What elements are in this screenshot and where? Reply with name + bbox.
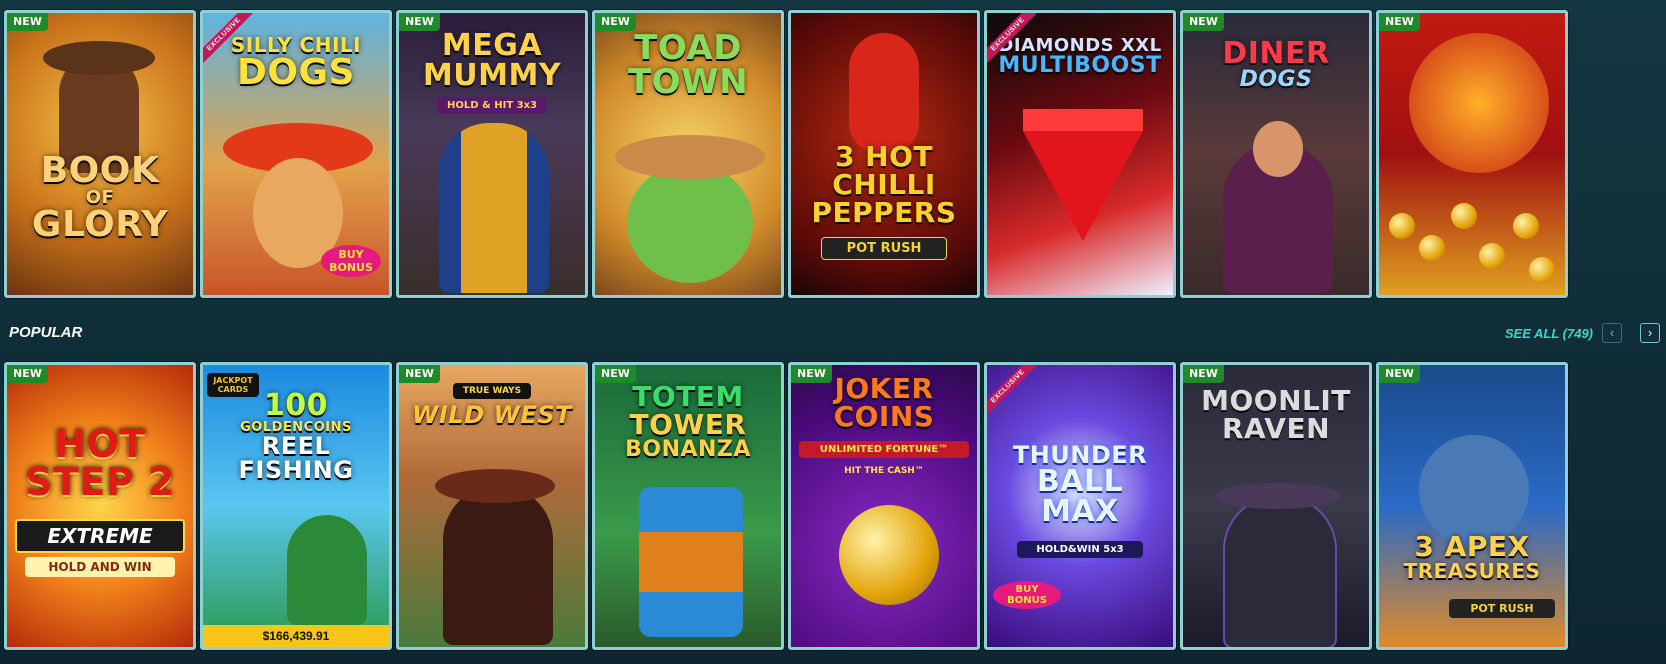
game-title: WILD WEST	[412, 401, 572, 429]
popular-section-header: POPULAR SEE ALL (749) ‹ ›	[0, 316, 1666, 352]
game-tile-moonlit-raven[interactable]: MOONLIT RAVEN NEW	[1180, 362, 1372, 650]
game-art	[7, 365, 193, 647]
popular-games-row: HOT STEP 2 EXTREME HOLD AND WIN NEW JACK…	[0, 356, 1666, 652]
buy-bonus-badge: BUY BONUS	[321, 245, 381, 277]
game-subtitle: EXTREME	[15, 519, 185, 553]
coin-icon	[1513, 213, 1539, 239]
cowboy-hat-shape	[435, 469, 555, 503]
game-title: MEGA MUMMY	[422, 28, 562, 93]
game-tile-true-ways-wild-west[interactable]: TRUE WAYS WILD WEST NEW	[396, 362, 588, 650]
game-tile-totem-tower-bonanza[interactable]: TOTEM TOWER BONANZA NEW	[592, 362, 784, 650]
hat-shape	[43, 41, 155, 75]
hat-shape	[1215, 483, 1341, 509]
game-tile-hot-step-2-extreme[interactable]: HOT STEP 2 EXTREME HOLD AND WIN NEW	[4, 362, 196, 650]
new-badge: NEW	[399, 13, 440, 31]
game-tile-mega-mummy[interactable]: MEGA MUMMY HOLD & HIT 3x3 NEW	[396, 10, 588, 298]
game-tile-toad-town[interactable]: TOAD TOWN NEW	[592, 10, 784, 298]
game-subtitle-2: HOLD AND WIN	[25, 557, 175, 577]
game-title: DINER DOGS	[1222, 36, 1330, 92]
game-subtitle: HOLD & HIT 3x3	[437, 97, 547, 114]
new-badge: NEW	[7, 13, 48, 31]
game-subtitle: UNLIMITED FORTUNE™	[799, 441, 969, 458]
game-title: 3 HOT CHILLI PEPPERS	[811, 140, 957, 229]
game-tile-3-apex-treasures[interactable]: 3 APEX TREASURES POT RUSH NEW	[1376, 362, 1568, 650]
toad-figure	[627, 163, 753, 283]
game-tile-dragon-gold[interactable]: NEW	[1376, 10, 1568, 298]
coin-icon	[1419, 235, 1445, 261]
coin-icon	[1479, 243, 1505, 269]
raven-figure	[1223, 495, 1337, 647]
diamond-top	[1023, 109, 1143, 131]
game-title: 3 APEX TREASURES	[1403, 530, 1541, 583]
game-tile-joker-coins[interactable]: JOKER COINS UNLIMITED FORTUNE™ HIT THE C…	[788, 362, 980, 650]
game-tile-thunder-ball-max[interactable]: THUNDER BALL MAX HOLD&WIN 5x3 BUY BONUS …	[984, 362, 1176, 650]
fisherman-figure	[287, 515, 367, 625]
cowboy-hat-shape	[615, 135, 765, 179]
game-title: DIAMONDS XXL MULTIBOOST	[998, 35, 1162, 78]
cowgirl-figure	[443, 485, 553, 645]
new-games-row: BOOK OF GLORY NEW SILLY CHILI DOGS BUY B…	[0, 0, 1666, 298]
new-badge: NEW	[7, 365, 48, 383]
game-title: THUNDER BALL MAX	[1012, 441, 1148, 529]
pharaoh-figure	[439, 123, 549, 293]
coin-icon	[1529, 257, 1555, 283]
wolf-figure	[1419, 435, 1529, 545]
see-all-link[interactable]: SEE ALL (749)	[1505, 326, 1593, 341]
new-badge: NEW	[791, 365, 832, 383]
new-badge: NEW	[1379, 365, 1420, 383]
section-title: POPULAR	[9, 324, 83, 341]
game-title: TOTEM TOWER BONANZA	[625, 380, 751, 462]
buy-bonus-badge: BUY BONUS	[993, 581, 1061, 609]
game-title: 100 GOLDENCOINS REEL FISHING	[238, 388, 354, 484]
game-tile-book-of-glory[interactable]: BOOK OF GLORY NEW	[4, 10, 196, 298]
dragon-figure	[1409, 33, 1549, 173]
game-title: HOT STEP 2	[25, 422, 175, 504]
game-subtitle: HOLD&WIN 5x3	[1017, 541, 1143, 558]
true-ways-label: TRUE WAYS	[453, 383, 531, 399]
new-badge: NEW	[1183, 13, 1224, 31]
new-badge: NEW	[399, 365, 440, 383]
game-subtitle-2: HIT THE CASH™	[844, 466, 924, 476]
game-title: TOAD TOWN	[627, 28, 749, 102]
character-head	[1253, 121, 1303, 177]
chevron-left-icon[interactable]: ‹	[1602, 323, 1622, 343]
new-badge: NEW	[1183, 365, 1224, 383]
new-badge: NEW	[595, 13, 636, 31]
totem-figure	[639, 487, 743, 637]
pot-rush-label: POT RUSH	[821, 237, 947, 260]
game-title: MOONLIT RAVEN	[1201, 384, 1351, 445]
chevron-right-icon[interactable]: ›	[1640, 323, 1660, 343]
game-title: BOOK OF GLORY	[31, 150, 169, 245]
coin-icon	[1389, 213, 1415, 239]
game-title: JOKER COINS	[833, 372, 935, 433]
new-badge: NEW	[1379, 13, 1420, 31]
new-badge: NEW	[595, 365, 636, 383]
game-tile-silly-chili-dogs[interactable]: SILLY CHILI DOGS BUY BONUS EXCLUSIVE	[200, 10, 392, 298]
chilli-figure	[849, 33, 919, 153]
pot-rush-label: POT RUSH	[1449, 599, 1555, 618]
coin-icon	[1451, 203, 1477, 229]
game-tile-diner-dogs[interactable]: DINER DOGS NEW	[1180, 10, 1372, 298]
diamond-shape	[1023, 131, 1143, 241]
game-title: SILLY CHILI DOGS	[230, 33, 362, 93]
game-tile-3-hot-chilli-peppers[interactable]: 3 HOT CHILLI PEPPERS POT RUSH	[788, 10, 980, 298]
jackpot-amount: $166,439.91	[203, 625, 389, 647]
coin-icon	[839, 505, 939, 605]
game-tile-diamonds-xxl-multiboost[interactable]: DIAMONDS XXL MULTIBOOST EXCLUSIVE	[984, 10, 1176, 298]
game-tile-100-golden-coins-reel-fishing[interactable]: JACKPOT CARDS 100 GOLDENCOINS REEL FISHI…	[200, 362, 392, 650]
